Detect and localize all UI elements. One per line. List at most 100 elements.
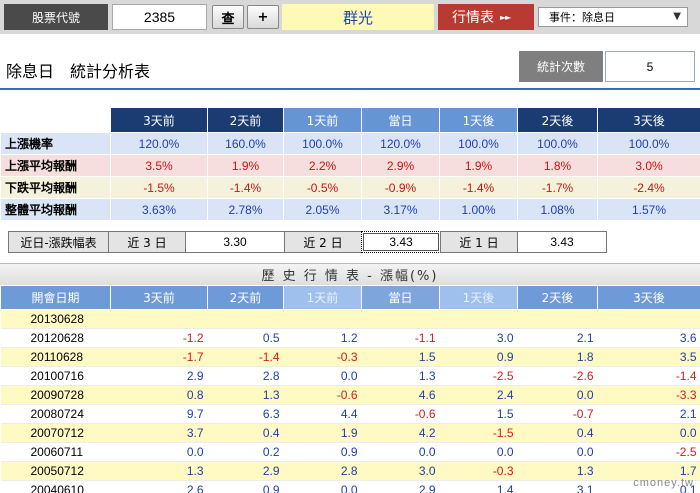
history-header-cell: 3天後 xyxy=(597,285,700,310)
recent-3d-value: 3.30 xyxy=(185,231,285,253)
stats-header-cell: 1天前 xyxy=(283,107,362,133)
history-value-cell: 0.9 xyxy=(283,442,362,462)
stats-cell: 100.0% xyxy=(439,132,518,155)
history-value-cell: 2.8 xyxy=(207,366,284,386)
table-row: 20040610 2.6 0.9 0.0 2.9 1.4 3.1 0.1 xyxy=(0,480,700,493)
history-value-cell: 2.1 xyxy=(517,328,598,348)
history-value-cell xyxy=(207,309,284,329)
table-row: 20120628 -1.2 0.5 1.2 -1.1 3.0 2.1 3.6 xyxy=(0,328,700,348)
stats-row-overall-avg-return: 整體平均報酬 3.63% 2.78% 2.05% 3.17% 1.00% 1.0… xyxy=(0,198,700,221)
history-value-cell: 0.9 xyxy=(207,480,284,493)
stock-code-label: 股票代號 xyxy=(4,4,108,30)
history-value-cell: 2.9 xyxy=(361,480,440,493)
history-value-cell xyxy=(283,309,362,329)
stats-cell: 2.9% xyxy=(361,154,440,177)
history-value-cell: -0.7 xyxy=(517,404,598,424)
search-button[interactable]: 查 xyxy=(212,5,244,29)
recent-3d-label: 近 3 日 xyxy=(108,231,186,253)
stats-cell: 1.57% xyxy=(597,198,700,221)
stats-cell: 3.17% xyxy=(361,198,440,221)
history-value-cell: 2.8 xyxy=(283,461,362,481)
stats-cell: -1.4% xyxy=(439,176,518,199)
history-value-cell: 4.2 xyxy=(361,423,440,443)
stats-cell: 2.05% xyxy=(283,198,362,221)
history-table: 開會日期 3天前 2天前 1天前 當日 1天後 2天後 3天後 20130628… xyxy=(0,285,700,493)
table-row: 20050712 1.3 2.9 2.8 3.0 -0.3 1.3 1.7 xyxy=(0,461,700,481)
event-select[interactable]: 事件：除息日 ▼ xyxy=(538,7,688,27)
history-header-cell: 當日 xyxy=(361,285,440,310)
history-value-cell: 2.9 xyxy=(207,461,284,481)
table-row: 20090728 0.8 1.3 -0.6 4.6 2.4 0.0 -3.3 xyxy=(0,385,700,405)
stats-row-label: 整體平均報酬 xyxy=(0,198,111,221)
history-value-cell: 1.2 xyxy=(283,328,362,348)
history-value-cell: -0.3 xyxy=(439,461,518,481)
history-date-cell: 20130628 xyxy=(0,309,111,329)
stats-header-cell: 3天前 xyxy=(110,107,208,133)
history-value-cell: -1.5 xyxy=(439,423,518,443)
history-value-cell: -1.4 xyxy=(597,366,700,386)
recent-1d-value: 3.43 xyxy=(517,231,607,253)
history-value-cell: -2.6 xyxy=(517,366,598,386)
stats-row-fall-avg-return: 下跌平均報酬 -1.5% -1.4% -0.5% -0.9% -1.4% -1.… xyxy=(0,176,700,199)
history-value-cell: 0.4 xyxy=(517,423,598,443)
quote-table-link[interactable]: 行情表 ►► xyxy=(438,4,534,30)
recent-change-row: 近日-漲跌幅表 近 3 日 3.30 近 2 日 3.43 近 1 日 3.43 xyxy=(8,231,607,253)
stats-cell: -0.5% xyxy=(283,176,362,199)
chevron-down-icon: ▼ xyxy=(673,11,681,22)
stat-count-value: 5 xyxy=(605,51,695,82)
stats-cell: 2.2% xyxy=(283,154,362,177)
stat-count-label: 統計次數 xyxy=(519,51,603,82)
recent-2d-value[interactable]: 3.43 xyxy=(361,231,441,253)
stats-cell: -1.5% xyxy=(110,176,208,199)
table-row: 20130628 xyxy=(0,309,700,329)
history-date-cell: 20090728 xyxy=(0,385,111,405)
history-value-cell: 1.3 xyxy=(361,366,440,386)
add-button[interactable]: + xyxy=(247,5,279,29)
history-header-row: 開會日期 3天前 2天前 1天前 當日 1天後 2天後 3天後 xyxy=(0,285,700,310)
stats-cell: -1.7% xyxy=(517,176,598,199)
stats-cell: 3.0% xyxy=(597,154,700,177)
history-value-cell: 3.7 xyxy=(110,423,208,443)
stats-cell: 1.08% xyxy=(517,198,598,221)
history-value-cell: 0.0 xyxy=(597,423,700,443)
history-header-cell: 1天後 xyxy=(439,285,518,310)
history-value-cell xyxy=(517,309,598,329)
stats-cell: 2.78% xyxy=(207,198,284,221)
table-row: 20080724 9.7 6.3 4.4 -0.6 1.5 -0.7 2.1 xyxy=(0,404,700,424)
history-value-cell: -2.5 xyxy=(439,366,518,386)
title-divider xyxy=(0,88,700,90)
history-value-cell: 2.4 xyxy=(439,385,518,405)
stats-header-cell: 2天前 xyxy=(207,107,284,133)
history-value-cell: 2.9 xyxy=(110,366,208,386)
stats-cell: 120.0% xyxy=(361,132,440,155)
stock-code-input[interactable]: 2385 xyxy=(112,4,207,30)
stats-row-rise-avg-return: 上漲平均報酬 3.5% 1.9% 2.2% 2.9% 1.9% 1.8% 3.0… xyxy=(0,154,700,177)
history-value-cell: 3.1 xyxy=(517,480,598,493)
recent-1d-label: 近 1 日 xyxy=(440,231,518,253)
history-value-cell: 1.8 xyxy=(517,347,598,367)
history-value-cell: 0.5 xyxy=(207,328,284,348)
history-value-cell xyxy=(439,309,518,329)
stats-header-cell: 3天後 xyxy=(597,107,700,133)
history-date-cell: 20070712 xyxy=(0,423,111,443)
history-date-cell: 20050712 xyxy=(0,461,111,481)
history-value-cell: -1.7 xyxy=(110,347,208,367)
history-header-cell: 3天前 xyxy=(110,285,208,310)
history-date-cell: 20110628 xyxy=(0,347,111,367)
stats-cell: -1.4% xyxy=(207,176,284,199)
stats-cell: -0.9% xyxy=(361,176,440,199)
table-row: 20060711 0.0 0.2 0.9 0.0 0.0 0.0 -2.5 xyxy=(0,442,700,462)
table-row: 20110628 -1.7 -1.4 -0.3 1.5 0.9 1.8 3.5 xyxy=(0,347,700,367)
history-value-cell: 0.0 xyxy=(283,366,362,386)
stats-header-cell: 1天後 xyxy=(439,107,518,133)
history-value-cell: 0.0 xyxy=(439,442,518,462)
history-value-cell: 2.6 xyxy=(110,480,208,493)
history-date-cell: 20120628 xyxy=(0,328,111,348)
history-value-cell: -1.2 xyxy=(110,328,208,348)
stats-cell: 120.0% xyxy=(110,132,208,155)
event-select-value: 事件：除息日 xyxy=(549,11,615,24)
stats-row-label: 下跌平均報酬 xyxy=(0,176,111,199)
history-value-cell: 1.4 xyxy=(439,480,518,493)
history-date-cell: 20040610 xyxy=(0,480,111,493)
stats-cell: 100.0% xyxy=(597,132,700,155)
